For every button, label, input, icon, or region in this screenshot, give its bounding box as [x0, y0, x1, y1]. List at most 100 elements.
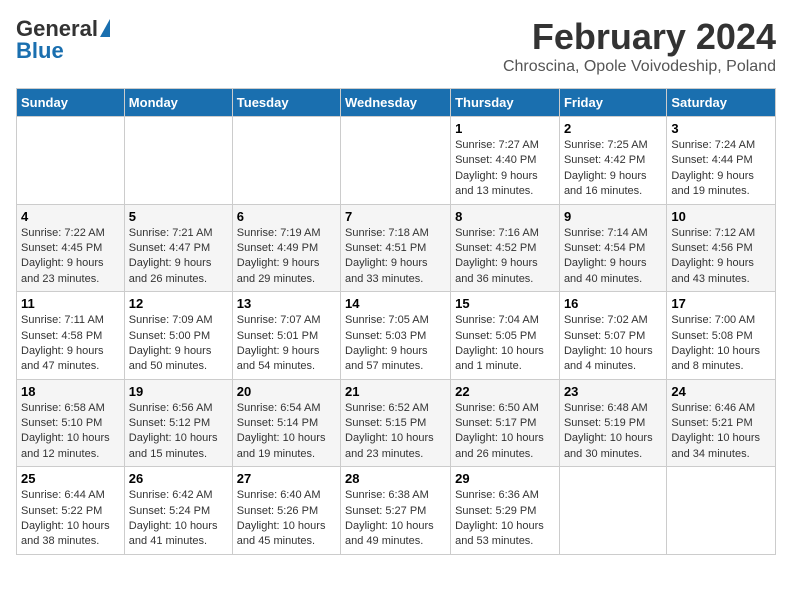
day-cell: 17 Sunrise: 7:00 AM Sunset: 5:08 PM Dayli… [667, 292, 776, 380]
day-number: 8 [455, 209, 555, 224]
day-cell: 19 Sunrise: 6:56 AM Sunset: 5:12 PM Dayli… [124, 379, 232, 467]
day-cell: 15 Sunrise: 7:04 AM Sunset: 5:05 PM Dayli… [451, 292, 560, 380]
day-cell: 21 Sunrise: 6:52 AM Sunset: 5:15 PM Dayli… [341, 379, 451, 467]
day-info: Sunrise: 7:12 AM Sunset: 4:56 PM Dayligh… [671, 227, 755, 285]
day-cell: 26 Sunrise: 6:42 AM Sunset: 5:24 PM Dayli… [124, 467, 232, 555]
day-number: 24 [671, 384, 771, 399]
day-info: Sunrise: 6:50 AM Sunset: 5:17 PM Dayligh… [455, 402, 544, 460]
day-number: 16 [564, 296, 662, 311]
day-info: Sunrise: 7:07 AM Sunset: 5:01 PM Dayligh… [237, 314, 321, 372]
day-cell: 5Sunrise: 7:21 AM Sunset: 4:47 PM Daylig… [124, 204, 232, 292]
day-number: 23 [564, 384, 662, 399]
day-info: Sunrise: 6:52 AM Sunset: 5:15 PM Dayligh… [345, 402, 434, 460]
day-number: 21 [345, 384, 446, 399]
week-row-4: 25 Sunrise: 6:44 AM Sunset: 5:22 PM Dayli… [17, 467, 776, 555]
day-cell: 4Sunrise: 7:22 AM Sunset: 4:45 PM Daylig… [17, 204, 125, 292]
day-cell: 7Sunrise: 7:18 AM Sunset: 4:51 PM Daylig… [341, 204, 451, 292]
day-cell: 18 Sunrise: 6:58 AM Sunset: 5:10 PM Dayli… [17, 379, 125, 467]
day-number: 4 [21, 209, 120, 224]
day-info: Sunrise: 7:16 AM Sunset: 4:52 PM Dayligh… [455, 227, 539, 285]
day-info: Sunrise: 7:05 AM Sunset: 5:03 PM Dayligh… [345, 314, 429, 372]
day-info: Sunrise: 7:24 AM Sunset: 4:44 PM Dayligh… [671, 139, 755, 197]
week-row-2: 11Sunrise: 7:11 AM Sunset: 4:58 PM Dayli… [17, 292, 776, 380]
day-info: Sunrise: 7:25 AM Sunset: 4:42 PM Dayligh… [564, 139, 648, 197]
day-number: 17 [671, 296, 771, 311]
day-cell [559, 467, 666, 555]
calendar-title: February 2024 [503, 16, 776, 58]
day-info: Sunrise: 6:38 AM Sunset: 5:27 PM Dayligh… [345, 489, 434, 547]
day-number: 18 [21, 384, 120, 399]
week-row-1: 4Sunrise: 7:22 AM Sunset: 4:45 PM Daylig… [17, 204, 776, 292]
day-info: Sunrise: 6:36 AM Sunset: 5:29 PM Dayligh… [455, 489, 544, 547]
day-cell [124, 117, 232, 205]
calendar-table: SundayMondayTuesdayWednesdayThursdayFrid… [16, 88, 776, 555]
day-info: Sunrise: 6:54 AM Sunset: 5:14 PM Dayligh… [237, 402, 326, 460]
day-number: 25 [21, 471, 120, 486]
title-block: February 2024 Chroscina, Opole Voivodesh… [503, 16, 776, 76]
day-info: Sunrise: 6:58 AM Sunset: 5:10 PM Dayligh… [21, 402, 110, 460]
day-cell: 8 Sunrise: 7:16 AM Sunset: 4:52 PM Daylig… [451, 204, 560, 292]
week-row-3: 18 Sunrise: 6:58 AM Sunset: 5:10 PM Dayli… [17, 379, 776, 467]
day-number: 12 [129, 296, 228, 311]
day-cell: 11Sunrise: 7:11 AM Sunset: 4:58 PM Dayli… [17, 292, 125, 380]
day-cell: 2 Sunrise: 7:25 AM Sunset: 4:42 PM Daylig… [559, 117, 666, 205]
day-number: 2 [564, 121, 662, 136]
header-sunday: Sunday [17, 89, 125, 117]
header-wednesday: Wednesday [341, 89, 451, 117]
day-cell: 24 Sunrise: 6:46 AM Sunset: 5:21 PM Dayli… [667, 379, 776, 467]
day-cell: 16 Sunrise: 7:02 AM Sunset: 5:07 PM Dayli… [559, 292, 666, 380]
day-cell: 1 Sunrise: 7:27 AM Sunset: 4:40 PM Daylig… [451, 117, 560, 205]
day-info: Sunrise: 7:04 AM Sunset: 5:05 PM Dayligh… [455, 314, 544, 372]
header-saturday: Saturday [667, 89, 776, 117]
day-number: 9 [564, 209, 662, 224]
day-number: 1 [455, 121, 555, 136]
day-cell: 28 Sunrise: 6:38 AM Sunset: 5:27 PM Dayli… [341, 467, 451, 555]
day-info: Sunrise: 7:21 AM Sunset: 4:47 PM Dayligh… [129, 227, 213, 285]
header-friday: Friday [559, 89, 666, 117]
day-number: 27 [237, 471, 336, 486]
day-cell: 29 Sunrise: 6:36 AM Sunset: 5:29 PM Dayli… [451, 467, 560, 555]
day-number: 28 [345, 471, 446, 486]
logo-triangle-icon [100, 19, 110, 37]
day-number: 3 [671, 121, 771, 136]
day-info: Sunrise: 6:42 AM Sunset: 5:24 PM Dayligh… [129, 489, 218, 547]
day-number: 13 [237, 296, 336, 311]
day-cell [232, 117, 340, 205]
day-info: Sunrise: 7:14 AM Sunset: 4:54 PM Dayligh… [564, 227, 648, 285]
day-cell: 25 Sunrise: 6:44 AM Sunset: 5:22 PM Dayli… [17, 467, 125, 555]
day-info: Sunrise: 7:09 AM Sunset: 5:00 PM Dayligh… [129, 314, 213, 372]
day-cell: 22 Sunrise: 6:50 AM Sunset: 5:17 PM Dayli… [451, 379, 560, 467]
day-info: Sunrise: 7:18 AM Sunset: 4:51 PM Dayligh… [345, 227, 429, 285]
day-number: 19 [129, 384, 228, 399]
page-header: General Blue February 2024 Chroscina, Op… [16, 16, 776, 76]
calendar-subtitle: Chroscina, Opole Voivodeship, Poland [503, 58, 776, 76]
day-number: 22 [455, 384, 555, 399]
day-cell: 6Sunrise: 7:19 AM Sunset: 4:49 PM Daylig… [232, 204, 340, 292]
day-info: Sunrise: 6:56 AM Sunset: 5:12 PM Dayligh… [129, 402, 218, 460]
day-info: Sunrise: 7:02 AM Sunset: 5:07 PM Dayligh… [564, 314, 653, 372]
day-number: 26 [129, 471, 228, 486]
day-info: Sunrise: 6:44 AM Sunset: 5:22 PM Dayligh… [21, 489, 110, 547]
day-cell [17, 117, 125, 205]
day-info: Sunrise: 7:00 AM Sunset: 5:08 PM Dayligh… [671, 314, 760, 372]
calendar-header-row: SundayMondayTuesdayWednesdayThursdayFrid… [17, 89, 776, 117]
day-cell: 14 Sunrise: 7:05 AM Sunset: 5:03 PM Dayli… [341, 292, 451, 380]
day-info: Sunrise: 6:46 AM Sunset: 5:21 PM Dayligh… [671, 402, 760, 460]
day-number: 29 [455, 471, 555, 486]
logo: General Blue [16, 16, 110, 64]
day-cell: 20Sunrise: 6:54 AM Sunset: 5:14 PM Dayli… [232, 379, 340, 467]
day-cell: 10 Sunrise: 7:12 AM Sunset: 4:56 PM Dayli… [667, 204, 776, 292]
day-info: Sunrise: 7:19 AM Sunset: 4:49 PM Dayligh… [237, 227, 321, 285]
day-info: Sunrise: 7:11 AM Sunset: 4:58 PM Dayligh… [21, 314, 104, 372]
day-number: 14 [345, 296, 446, 311]
day-info: Sunrise: 6:48 AM Sunset: 5:19 PM Dayligh… [564, 402, 653, 460]
header-thursday: Thursday [451, 89, 560, 117]
day-cell: 23 Sunrise: 6:48 AM Sunset: 5:19 PM Dayli… [559, 379, 666, 467]
header-monday: Monday [124, 89, 232, 117]
week-row-0: 1 Sunrise: 7:27 AM Sunset: 4:40 PM Daylig… [17, 117, 776, 205]
day-number: 10 [671, 209, 771, 224]
day-info: Sunrise: 7:27 AM Sunset: 4:40 PM Dayligh… [455, 139, 539, 197]
day-cell: 9 Sunrise: 7:14 AM Sunset: 4:54 PM Daylig… [559, 204, 666, 292]
day-cell [667, 467, 776, 555]
day-number: 15 [455, 296, 555, 311]
